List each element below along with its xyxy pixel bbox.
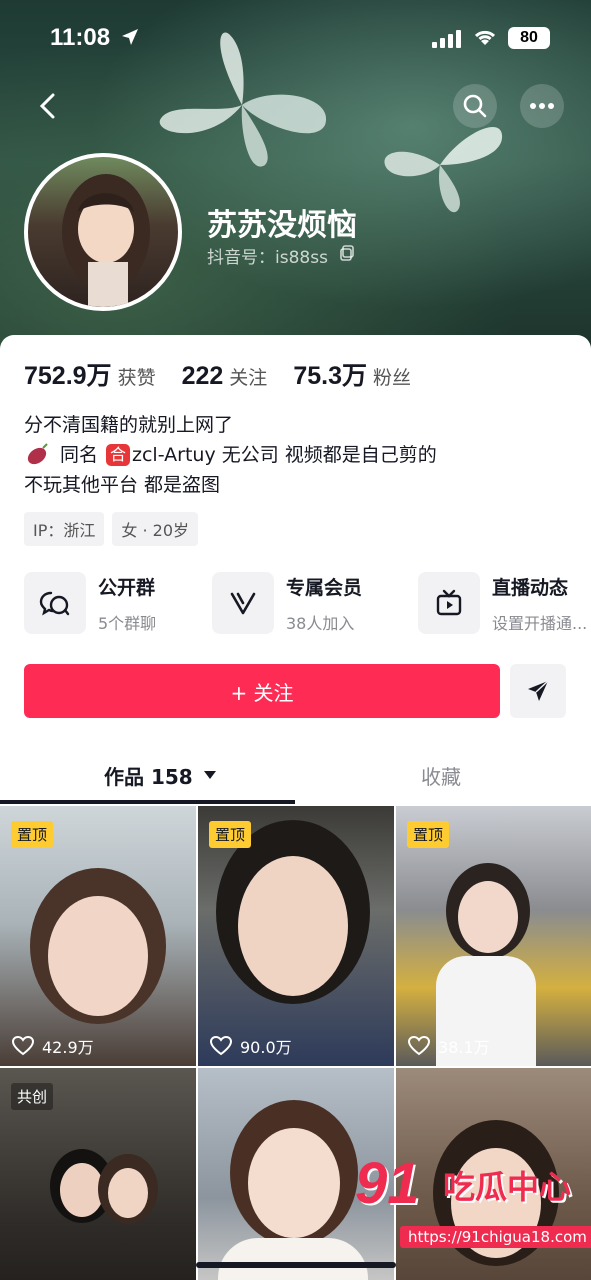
stat-label: 粉丝 <box>372 367 411 389</box>
avatar-portrait <box>62 174 150 307</box>
like-count-value: 38.1万 <box>438 1038 490 1057</box>
like-count-value: 42.9万 <box>42 1038 94 1057</box>
bio-line-2: 同名 合 zcl-Artuy 无公司 视频都是自己剪的 <box>24 440 437 470</box>
douyin-id: 抖音号：is88ss <box>207 248 328 268</box>
profile-nickname: 苏苏没烦恼 <box>207 208 357 243</box>
watermark-name: 吃瓜中心 <box>443 1168 572 1206</box>
feature-live-updates[interactable]: 直播动态 设置开播通... <box>418 572 587 634</box>
bio-line-1: 分不清国籍的就别上网了 <box>24 414 234 436</box>
thumbnail-face <box>48 896 148 1016</box>
like-count-value: 90.0万 <box>240 1038 292 1057</box>
he-badge: 合 <box>106 444 131 466</box>
ip-location-tag: IP：浙江 <box>24 512 105 546</box>
feature-subtitle: 5个群聊 <box>98 613 157 633</box>
live-tv-icon <box>436 589 462 616</box>
thumbnail-scarf <box>218 1238 368 1280</box>
stat-following[interactable]: 222 关注 <box>182 362 268 391</box>
tab-favorites[interactable]: 收藏 <box>421 745 461 805</box>
bio-line-2-rest: zcl-Artuy 无公司 视频都是自己剪的 <box>132 444 437 466</box>
feature-exclusive-member[interactable]: 专属会员 38人加入 <box>212 572 362 634</box>
member-v-icon <box>230 592 256 615</box>
search-icon <box>463 94 487 118</box>
chevron-left-icon <box>39 93 55 119</box>
back-button[interactable] <box>26 84 70 128</box>
status-time: 11:08 <box>50 24 111 51</box>
search-button[interactable] <box>453 84 497 128</box>
more-dots-icon <box>530 103 554 109</box>
like-count: 90.0万 <box>210 1034 292 1058</box>
gender-age-tag: 女 · 20岁 <box>112 512 198 546</box>
profile-tags: IP：浙江 女 · 20岁 <box>24 512 206 546</box>
battery-indicator: 80 <box>508 27 550 49</box>
feature-public-group[interactable]: 公开群 5个群聊 <box>24 572 156 634</box>
feature-icon-box <box>418 572 480 634</box>
thumbnail-face <box>458 881 518 953</box>
stat-number: 75.3万 <box>293 362 367 390</box>
video-tile[interactable]: 置顶 38.1万 <box>396 806 591 1066</box>
pinned-badge: 置顶 <box>209 821 252 848</box>
profile-stats: 752.9万 获赞 222 关注 75.3万 粉丝 <box>24 356 437 392</box>
paper-plane-icon <box>528 680 549 701</box>
home-indicator <box>196 1262 396 1268</box>
feature-title: 公开群 <box>98 576 156 599</box>
follow-button[interactable]: + 关注 <box>24 664 500 718</box>
stat-label: 获赞 <box>117 367 156 389</box>
bio-line-3: 不玩其他平台 都是盗图 <box>24 474 221 496</box>
cellular-signal-icon <box>432 30 461 48</box>
thumbnail-face <box>238 856 348 996</box>
stat-likes[interactable]: 752.9万 获赞 <box>24 356 156 392</box>
status-bar: 11:08 80 <box>0 0 591 80</box>
pinned-badge: 置顶 <box>407 821 450 848</box>
thumbnail-face <box>108 1168 148 1218</box>
copy-icon[interactable] <box>340 245 354 261</box>
like-count: 42.9万 <box>12 1034 94 1058</box>
feature-icon-box <box>212 572 274 634</box>
more-button[interactable] <box>520 84 564 128</box>
wifi-icon <box>474 30 496 45</box>
video-tile[interactable]: 置顶 90.0万 <box>198 806 394 1066</box>
send-message-button[interactable] <box>510 664 566 718</box>
stat-number: 222 <box>181 362 224 390</box>
video-tile[interactable]: 共创 <box>0 1068 196 1280</box>
stat-followers[interactable]: 75.3万 粉丝 <box>293 356 411 392</box>
pinned-badge: 置顶 <box>11 821 54 848</box>
stat-label: 关注 <box>229 367 268 389</box>
group-chat-icon <box>39 591 70 616</box>
active-tab-indicator <box>0 800 295 804</box>
stat-number: 752.9万 <box>24 362 112 390</box>
sweet-potato-icon <box>27 443 48 465</box>
thumbnail-face <box>60 1163 104 1217</box>
thumbnail-face <box>248 1128 340 1238</box>
watermark-url: https://91chigua18.com <box>400 1226 591 1248</box>
bio-same-name: 同名 <box>60 444 99 466</box>
like-count: 38.1万 <box>408 1034 490 1058</box>
watermark-logo: 91 <box>355 1151 420 1216</box>
heart-outline-icon <box>12 1036 34 1056</box>
video-tile[interactable]: 置顶 42.9万 <box>0 806 196 1066</box>
caret-down-icon <box>203 771 216 779</box>
feature-subtitle: 38人加入 <box>286 613 355 633</box>
feature-icon-box <box>24 572 86 634</box>
site-watermark: 91 吃瓜中心 https://91chigua18.com <box>355 1150 591 1248</box>
avatar[interactable] <box>24 153 182 311</box>
feature-subtitle: 设置开播通... <box>492 613 588 633</box>
heart-outline-icon <box>408 1036 430 1056</box>
heart-outline-icon <box>210 1036 232 1056</box>
content-tabs: 作品 158 收藏 <box>0 745 591 805</box>
tab-works-label: 作品 158 <box>104 764 193 789</box>
feature-title: 专属会员 <box>286 576 363 599</box>
co-create-badge: 共创 <box>11 1083 54 1110</box>
butterfly-graphic-small <box>384 126 503 213</box>
tab-works[interactable]: 作品 158 <box>104 745 217 805</box>
location-arrow-icon <box>122 29 138 45</box>
profile-bio: 分不清国籍的就别上网了 同名 合 zcl-Artuy 无公司 视频都是自己剪的 … <box>24 410 437 500</box>
feature-title: 直播动态 <box>492 576 569 599</box>
